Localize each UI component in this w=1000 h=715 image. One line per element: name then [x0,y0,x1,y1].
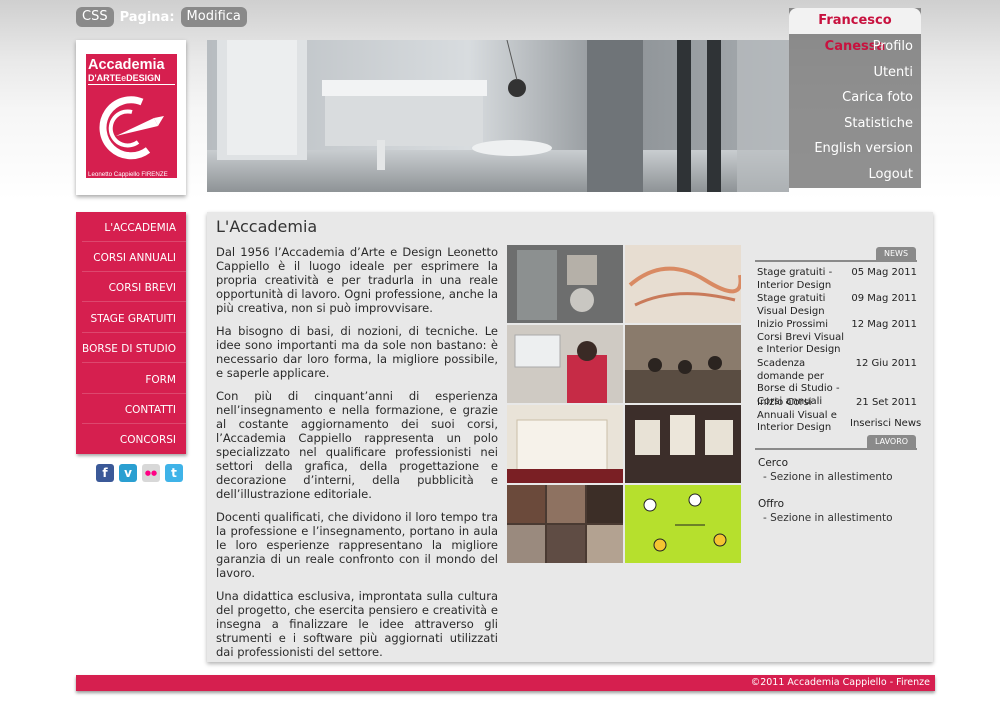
lavoro-divider [755,448,917,450]
nav-item-form[interactable]: FORM [145,374,176,386]
news-header: NEWS [876,247,917,260]
photo-illustration[interactable] [625,485,741,563]
nav-divider [82,423,186,424]
nav-divider [82,393,186,394]
photo-student-computer[interactable] [507,325,623,403]
photo-bathroom[interactable] [507,245,623,323]
insert-news-link[interactable]: Inserisci News [850,418,921,429]
paragraph: Docenti qualificati, che dividono il lor… [216,510,498,580]
page-title: L'Accademia [216,217,318,236]
menu-item-logout[interactable]: Logout [868,167,913,182]
menu-item-utenti[interactable]: Utenti [873,65,913,80]
page-label: Pagina: [119,9,175,25]
nav-divider [82,271,186,272]
logo-line3: Leonetto Cappiello FIRENZE [88,171,168,178]
hero-image [207,40,789,192]
photo-gallery-drawings[interactable] [625,405,741,483]
cerco-label[interactable]: Cerco [758,457,788,469]
menu-item-profilo[interactable]: Profilo [873,39,913,54]
nav-item-borse-di-studio[interactable]: BORSE DI STUDIO [82,343,176,355]
facebook-icon[interactable]: f [96,464,114,482]
news-title[interactable]: Stage gratuiti Visual Design [757,293,849,318]
nav-item-stage-gratuiti[interactable]: STAGE GRATUITI [91,313,176,325]
news-title[interactable]: Inizio Prossimi Corsi Brevi Visual e Int… [757,319,849,357]
news-title[interactable]: Stage gratuiti - Interior Design [757,267,849,292]
nav-item-corsi-brevi[interactable]: CORSI BREVI [109,282,176,294]
news-date: 21 Set 2011 [856,397,917,408]
admin-bar: CSS Pagina: Modifica [76,7,247,27]
nav-item-concorsi[interactable]: CONCORSI [120,434,176,446]
nav-item-corsi-annuali[interactable]: CORSI ANNUALI [93,252,176,264]
paragraph: Una didattica esclusiva, improntata sull… [216,589,498,659]
news-date: 05 Mag 2011 [851,267,917,278]
menu-item-english-version[interactable]: English version [814,141,913,156]
menu-item-statistiche[interactable]: Statistiche [844,116,913,131]
nav-divider [82,362,186,363]
news-date: 09 Mag 2011 [851,293,917,304]
logo[interactable]: Accademia D'ARTEeDESIGN Leonetto Cappiel… [76,40,186,195]
cerco-sub: - Sezione in allestimento [763,471,893,483]
offro-sub: - Sezione in allestimento [763,512,893,524]
footer: ©2011 Accademia Cappiello - Firenze [76,675,935,691]
vimeo-icon[interactable]: v [119,464,137,482]
nav-divider [82,241,186,242]
photo-collage[interactable] [507,485,623,563]
photo-exhibition-stand[interactable] [507,405,623,483]
menu-item-carica-foto[interactable]: Carica foto [842,90,913,105]
css-button[interactable]: CSS [76,7,114,27]
nav-divider [82,301,186,302]
svg-text:D'ARTEeDESIGN: D'ARTEeDESIGN [88,73,161,83]
news-title[interactable]: Inizio Corsi Annuali Visual e Interior D… [757,397,849,435]
user-name[interactable]: Francesco Canessa [789,8,921,54]
flickr-icon[interactable]: ●● [142,464,160,482]
edit-page-button[interactable]: Modifica [180,7,247,27]
news-date: 12 Mag 2011 [851,319,917,330]
photo-sketch[interactable] [625,245,741,323]
social-links: f v ●● t [96,464,183,482]
paragraph: Con più di cinquant’anni di esperienza n… [216,389,498,501]
paragraph: Ha bisogno di basi, di nozioni, di tecni… [216,324,498,380]
offro-label[interactable]: Offro [758,498,784,510]
footer-copyright: ©2011 Accademia Cappiello - Firenze [750,677,930,688]
main-content: L'Accademia Dal 1956 l’Accademia d’Arte … [207,212,933,662]
nav-item-accademia[interactable]: L'ACCADEMIA [104,222,176,234]
paragraph: Dal 1956 l’Accademia d’Arte e Design Leo… [216,245,498,315]
photo-grid [507,245,742,565]
twitter-icon[interactable]: t [165,464,183,482]
logo-line1: Accademia [88,57,166,73]
nav-divider [82,332,186,333]
news-date: 12 Giu 2011 [855,358,917,369]
accademia-logo-icon: Accademia D'ARTEeDESIGN Leonetto Cappiel… [86,54,177,178]
news-divider [755,260,917,262]
nav-item-contatti[interactable]: CONTATTI [125,404,176,416]
left-nav: L'ACCADEMIA CORSI ANNUALI CORSI BREVI ST… [76,212,186,454]
lavoro-header: LAVORO [867,435,917,448]
body-text: Dal 1956 l’Accademia d’Arte e Design Leo… [216,245,498,668]
photo-classroom[interactable] [625,325,741,403]
user-menu: Francesco Canessa Profilo Utenti Carica … [789,8,921,188]
